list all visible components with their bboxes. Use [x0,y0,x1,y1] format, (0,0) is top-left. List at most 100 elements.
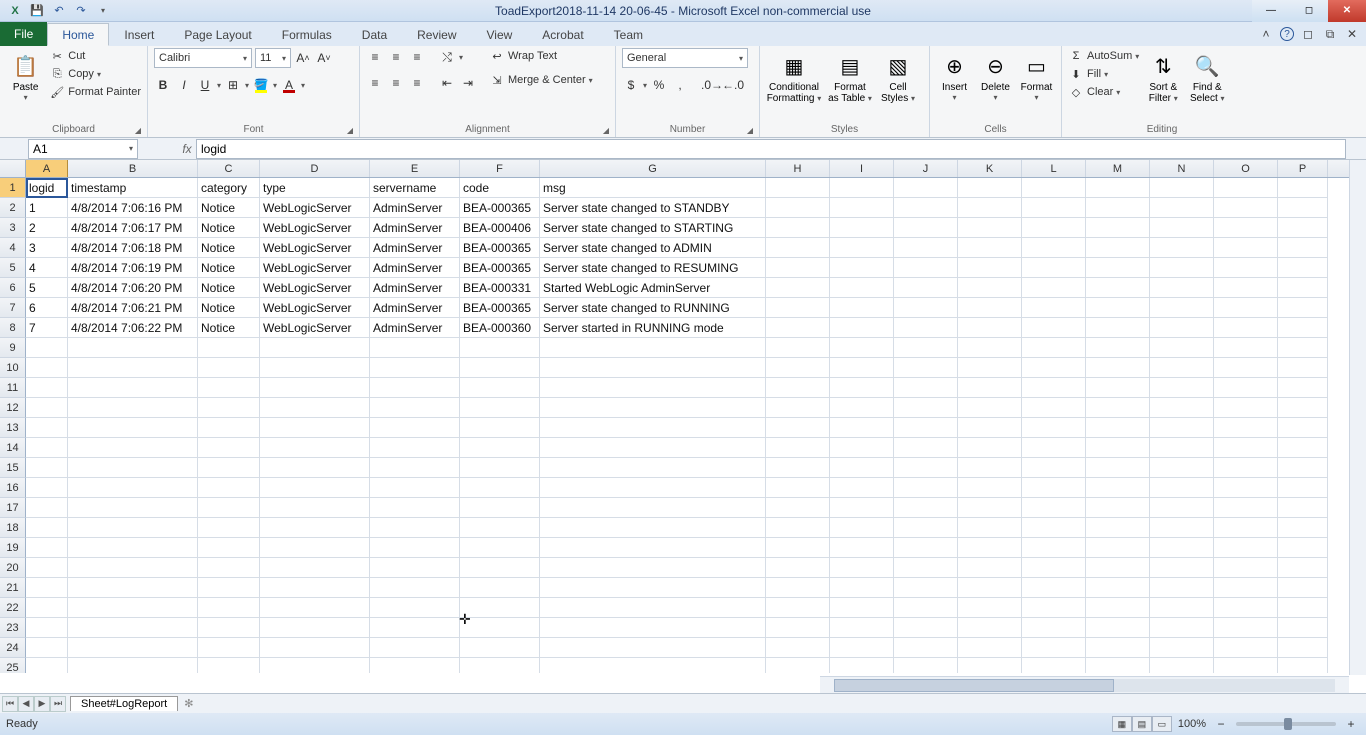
cell[interactable] [1150,178,1214,198]
cell[interactable] [198,598,260,618]
cell[interactable] [68,478,198,498]
cell[interactable]: logid [26,178,68,198]
qat-more-icon[interactable]: ▾ [94,2,112,20]
fill-color-button[interactable]: 🪣 [252,76,270,94]
cell[interactable] [1150,518,1214,538]
cell[interactable] [370,558,460,578]
row-header[interactable]: 18 [0,518,26,538]
cell[interactable] [1278,318,1328,338]
cell[interactable] [830,358,894,378]
minimize-button[interactable]: — [1252,0,1290,22]
cell[interactable] [370,378,460,398]
tab-formulas[interactable]: Formulas [267,23,347,46]
cell[interactable]: 3 [26,238,68,258]
cell[interactable] [460,538,540,558]
cell[interactable]: Notice [198,198,260,218]
paste-button[interactable]: 📋 Paste ▾ [6,48,45,102]
cell[interactable] [1150,598,1214,618]
cell[interactable] [260,658,370,673]
cell[interactable] [460,498,540,518]
cell[interactable] [460,438,540,458]
cell[interactable] [830,598,894,618]
cell[interactable] [766,578,830,598]
format-painter-button[interactable]: 🖌Format Painter [49,84,141,100]
cell[interactable] [198,658,260,673]
cell[interactable] [1214,438,1278,458]
cell[interactable] [1278,538,1328,558]
cell[interactable]: Server state changed to RUNNING [540,298,766,318]
cell[interactable]: type [260,178,370,198]
cell[interactable]: AdminServer [370,238,460,258]
redo-icon[interactable]: ↷ [72,2,90,20]
cell[interactable] [540,398,766,418]
cell[interactable] [540,358,766,378]
cell[interactable] [68,338,198,358]
cell[interactable] [766,598,830,618]
cell[interactable] [830,278,894,298]
sheet-nav-prev-button[interactable]: ◀ [18,696,34,712]
excel-icon[interactable]: X [6,2,24,20]
align-middle-button[interactable]: ≡ [387,48,405,66]
vertical-scrollbar[interactable] [1349,160,1366,675]
column-header-C[interactable]: C [198,160,260,177]
cell[interactable] [958,478,1022,498]
cell[interactable] [894,518,958,538]
cell[interactable] [958,298,1022,318]
cell[interactable] [540,518,766,538]
cell[interactable] [260,538,370,558]
cell[interactable] [1278,658,1328,673]
cell[interactable] [460,618,540,638]
tab-page-layout[interactable]: Page Layout [169,23,266,46]
row-header[interactable]: 20 [0,558,26,578]
cell[interactable] [1214,538,1278,558]
cell[interactable] [26,498,68,518]
cell[interactable] [958,658,1022,673]
cell[interactable] [894,218,958,238]
cell[interactable] [830,658,894,673]
cell[interactable] [26,638,68,658]
cell[interactable] [260,498,370,518]
cell[interactable] [370,618,460,638]
cell[interactable] [460,658,540,673]
cell[interactable] [26,658,68,673]
cell[interactable] [1086,658,1150,673]
cell[interactable] [260,398,370,418]
cell[interactable] [26,418,68,438]
increase-decimal-button[interactable]: .0→ [703,76,721,94]
cell[interactable] [958,558,1022,578]
cell[interactable] [68,458,198,478]
cell[interactable] [1086,638,1150,658]
cell[interactable] [1150,218,1214,238]
cell[interactable] [894,558,958,578]
column-header-J[interactable]: J [894,160,958,177]
cell[interactable]: 1 [26,198,68,218]
cell[interactable]: servername [370,178,460,198]
percent-button[interactable]: % [650,76,668,94]
cell[interactable] [894,598,958,618]
cell[interactable] [26,618,68,638]
cell[interactable] [260,418,370,438]
window-dup-icon[interactable]: ⧉ [1322,26,1338,42]
cell[interactable] [1278,278,1328,298]
cell[interactable] [460,638,540,658]
cell[interactable] [1278,498,1328,518]
cell[interactable] [1022,378,1086,398]
cell[interactable]: Server state changed to RESUMING [540,258,766,278]
column-header-E[interactable]: E [370,160,460,177]
cell[interactable] [1214,378,1278,398]
shrink-font-button[interactable]: A˅ [315,49,333,67]
cell[interactable] [894,478,958,498]
cell[interactable]: Server state changed to ADMIN [540,238,766,258]
cell[interactable] [830,218,894,238]
cell[interactable] [198,478,260,498]
tab-acrobat[interactable]: Acrobat [527,23,598,46]
increase-indent-button[interactable]: ⇥ [459,74,477,92]
italic-button[interactable]: I [175,76,193,94]
cell[interactable] [1214,558,1278,578]
cell[interactable]: BEA-000365 [460,298,540,318]
cell[interactable]: 5 [26,278,68,298]
cell[interactable] [830,538,894,558]
cell[interactable] [198,378,260,398]
cell[interactable] [1022,458,1086,478]
cell[interactable] [198,418,260,438]
